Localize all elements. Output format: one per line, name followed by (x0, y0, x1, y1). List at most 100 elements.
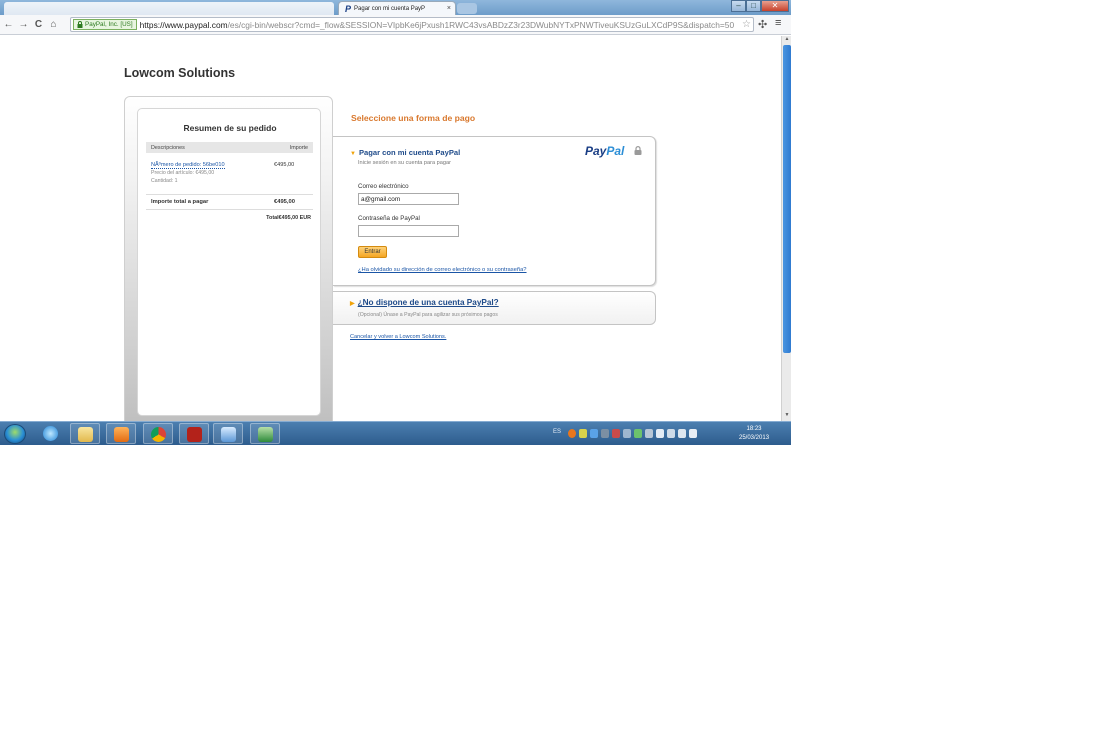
total-value: €495,00 (274, 199, 295, 205)
window-titlebar: P Pagar con mi cuenta PayP × – □ ✕ (0, 0, 791, 15)
cancel-return-link[interactable]: Cancelar y volver a Lowcom Solutions. (350, 334, 446, 340)
page-viewport: Lowcom Solutions Resumen de su pedido De… (0, 36, 781, 421)
merchant-name: Lowcom Solutions (124, 66, 236, 80)
paypal-favicon-icon: P (345, 3, 352, 14)
signup-panel: ▶ ¿No dispone de una cuenta PayPal? (Opci… (333, 291, 656, 325)
signal-icon[interactable] (678, 429, 686, 438)
menu-icon[interactable]: ≡ (775, 17, 781, 29)
url-path: /es/cgi-bin/webscr?cmd=_flow&SESSION=VIp… (227, 19, 735, 30)
taskbar-app-chrome[interactable] (143, 423, 173, 444)
forgot-credentials-link[interactable]: ¿Ha olvidado su dirección de correo elec… (358, 267, 527, 273)
flag-icon[interactable] (656, 429, 664, 438)
system-clock[interactable]: 18:23 25/03/2013 (739, 425, 769, 443)
item-price: €495,00 (274, 162, 295, 168)
expand-arrow-icon: ▼ (350, 151, 356, 157)
desktop-screen: P Pagar con mi cuenta PayP × – □ ✕ ← → C… (0, 0, 791, 445)
new-tab-button[interactable] (457, 3, 477, 14)
ev-label: PayPal, Inc. [US] (85, 21, 133, 28)
item-quantity: Cantidad: 1 (151, 178, 178, 184)
clock-date: 25/03/2013 (739, 435, 770, 441)
tray-app-icon[interactable] (579, 429, 587, 438)
login-button[interactable]: Entrar (358, 246, 387, 258)
order-summary-card: Resumen de su pedido Descripciones Impor… (137, 108, 321, 416)
tab-background[interactable] (4, 2, 334, 15)
filezilla-icon (187, 427, 202, 442)
scrollbar-thumb[interactable] (783, 45, 791, 353)
browser-toolbar: ← → C ⌂ PayPal, Inc. [US] https://www.pa… (0, 15, 791, 35)
taskbar-app-excel[interactable] (250, 423, 280, 444)
divider (146, 209, 313, 210)
item-name-link[interactable]: NÃºmero de pedido: 56be010 (151, 162, 225, 169)
expand-arrow-icon: ▶ (350, 301, 355, 307)
address-bar[interactable]: PayPal, Inc. [US] https://www.paypal.com… (70, 17, 754, 32)
email-label: Correo electrónico (358, 183, 409, 190)
item-unit-price: Precio del artículo: €495,00 (151, 170, 215, 176)
payment-method-heading: Seleccione una forma de pago (351, 113, 476, 123)
tray-app-icon[interactable] (590, 429, 598, 438)
taskbar-app-outlook[interactable] (213, 423, 243, 444)
tab-close-icon[interactable]: × (447, 5, 451, 12)
tray-alert-icon[interactable] (568, 429, 576, 438)
paypal-login-panel: ▼ Pagar con mi cuenta PayPal Inicie sesió… (333, 136, 656, 286)
signup-subtitle: (Opcional) Únase a PayPal para agilizar … (358, 312, 498, 318)
taskbar-app-internet-explorer[interactable] (36, 423, 66, 444)
network-icon[interactable] (667, 429, 675, 438)
language-indicator[interactable]: ES (553, 429, 561, 435)
url-host: https://www.paypal.com (139, 19, 228, 30)
chrome-icon (151, 427, 166, 442)
scroll-down-icon[interactable]: ▼ (783, 412, 791, 420)
password-field[interactable] (358, 225, 459, 237)
login-section-title[interactable]: ▼ Pagar con mi cuenta PayPal (350, 148, 460, 157)
signup-link[interactable]: ▶ ¿No dispone de una cuenta PayPal? (350, 298, 499, 307)
logo-pay: Pay (585, 144, 607, 158)
volume-icon[interactable] (689, 429, 697, 438)
taskbar-app-filezilla[interactable] (179, 423, 209, 444)
maximize-icon[interactable]: □ (746, 0, 761, 12)
login-title-text: Pagar con mi cuenta PayPal (358, 148, 461, 157)
window-controls: – □ ✕ (731, 0, 789, 12)
summary-title: Resumen de su pedido (183, 123, 277, 133)
vertical-scrollbar[interactable]: ▲ ▼ (781, 36, 791, 421)
tray-app-icon[interactable] (623, 429, 631, 438)
total-label: Importe total a pagar (151, 199, 209, 205)
close-window-icon[interactable]: ✕ (761, 0, 789, 12)
internet-explorer-icon (43, 426, 58, 441)
email-field[interactable] (358, 193, 459, 205)
clock-time: 18:23 (746, 426, 762, 432)
divider (146, 194, 313, 195)
signup-title-text: ¿No dispone de una cuenta PayPal? (357, 298, 499, 307)
media-player-icon (114, 427, 129, 442)
secure-lock-icon (634, 146, 642, 155)
ev-certificate-badge[interactable]: PayPal, Inc. [US] (73, 19, 137, 30)
folder-icon (78, 427, 93, 442)
password-label: Contraseña de PayPal (358, 215, 420, 222)
order-summary-panel: Resumen de su pedido Descripciones Impor… (124, 96, 333, 421)
taskbar-app-file-explorer[interactable] (70, 423, 100, 444)
forward-icon[interactable]: → (17, 19, 30, 30)
scroll-up-icon[interactable]: ▲ (783, 36, 791, 44)
home-icon[interactable]: ⌂ (47, 19, 60, 30)
tab-title: Pagar con mi cuenta PayP (354, 5, 426, 12)
tab-active[interactable]: P Pagar con mi cuenta PayP × (338, 1, 456, 15)
start-button[interactable] (4, 424, 26, 444)
column-description: Descripciones (151, 144, 185, 151)
system-tray (568, 429, 697, 438)
tray-app-icon[interactable] (601, 429, 609, 438)
tray-app-icon[interactable] (612, 429, 620, 438)
logo-pal: Pal (606, 144, 625, 158)
paypal-logo: PayPal (585, 144, 624, 158)
taskbar-app-media-player[interactable] (106, 423, 136, 444)
back-icon[interactable]: ← (2, 19, 15, 30)
minimize-icon[interactable]: – (731, 0, 746, 12)
lock-icon (77, 21, 83, 28)
windows-taskbar: ES 18:23 25/03/2013 (0, 421, 791, 445)
mail-icon (221, 427, 236, 442)
extension-icon[interactable]: ✣ (758, 18, 767, 31)
tray-app-icon[interactable] (634, 429, 642, 438)
bookmark-star-icon[interactable]: ☆ (742, 19, 751, 30)
tray-app-icon[interactable] (645, 429, 653, 438)
excel-icon (258, 427, 273, 442)
reload-icon[interactable]: C (32, 19, 45, 30)
column-amount: Importe (289, 144, 308, 151)
summary-table-header: Descripciones Importe (146, 142, 313, 153)
